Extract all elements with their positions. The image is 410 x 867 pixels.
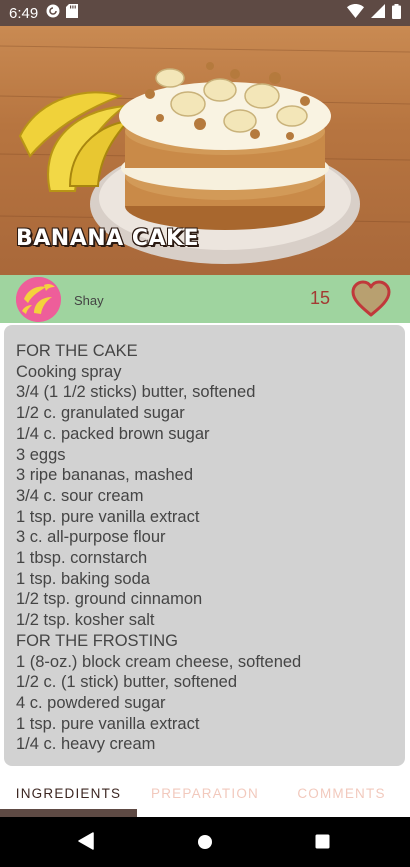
heart-icon[interactable]	[350, 279, 392, 319]
ingredient-line: 1/2 c. (1 stick) butter, softened	[16, 673, 238, 692]
ingredient-list: FOR THE CAKE Cooking spray 3/4 (1 1/2 stic…	[16, 341, 405, 755]
ingredient-line: Cooking spray	[16, 362, 122, 381]
pocket-casts-icon	[46, 4, 60, 22]
ingredient-line: 1/4 c. heavy cream	[16, 735, 156, 754]
status-bar: 6:49	[0, 0, 410, 26]
sd-card-icon	[66, 4, 79, 22]
author-bar: Shay 15	[0, 275, 410, 323]
likes-count: 15	[310, 288, 331, 308]
ingredient-line: 1 tsp. pure vanilla extract	[16, 714, 200, 733]
tab-bar: INGREDIENTS PREPARATION COMMENTS	[0, 770, 410, 817]
ingredient-line: 3 ripe bananas, mashed	[16, 466, 194, 485]
ingredient-line: FOR THE CAKE	[16, 342, 138, 360]
author-name[interactable]: Shay	[74, 293, 104, 308]
ingredients-card: FOR THE CAKE Cooking spray 3/4 (1 1/2 stic…	[4, 325, 405, 766]
tab-preparation[interactable]: PREPARATION	[137, 770, 273, 817]
ingredient-line: 1/4 c. packed brown sugar	[16, 424, 210, 443]
ingredient-line: 1/2 tsp. ground cinnamon	[16, 590, 203, 609]
recipe-hero-image: BANANA CAKE	[0, 26, 410, 275]
recents-icon[interactable]	[315, 834, 330, 853]
tab-indicator	[0, 809, 137, 817]
ingredient-line: 1 tsp. baking soda	[16, 569, 150, 588]
ingredient-line: 3 c. all-purpose flour	[16, 528, 166, 547]
ingredient-line: 1/2 c. granulated sugar	[16, 404, 185, 423]
ingredient-line: 4 c. powdered sugar	[16, 693, 166, 712]
ingredient-line: 1 tsp. pure vanilla extract	[16, 507, 200, 526]
tab-comments[interactable]: COMMENTS	[273, 770, 410, 817]
system-nav-bar	[0, 817, 410, 867]
home-icon[interactable]	[197, 834, 213, 854]
recipe-title: BANANA CAKE	[16, 226, 200, 251]
cell-signal-icon	[371, 4, 385, 22]
banana-pattern-icon	[16, 277, 61, 322]
ingredient-line: 1 (8-oz.) block cream cheese, softened	[16, 652, 302, 671]
wifi-icon	[347, 4, 364, 22]
ingredient-line: 1/2 tsp. kosher salt	[16, 611, 155, 630]
battery-icon	[392, 3, 401, 23]
status-time: 6:49	[9, 4, 39, 22]
ingredient-line: 1 tbsp. cornstarch	[16, 549, 148, 568]
ingredient-line: 3 eggs	[16, 445, 66, 464]
ingredient-line: 3/4 (1 1/2 sticks) butter, softened	[16, 383, 256, 402]
ingredient-line: 3/4 c. sour cream	[16, 486, 144, 505]
author-avatar[interactable]	[16, 277, 61, 322]
back-icon[interactable]	[78, 832, 94, 854]
ingredient-line: FOR THE FROSTING	[16, 631, 178, 650]
